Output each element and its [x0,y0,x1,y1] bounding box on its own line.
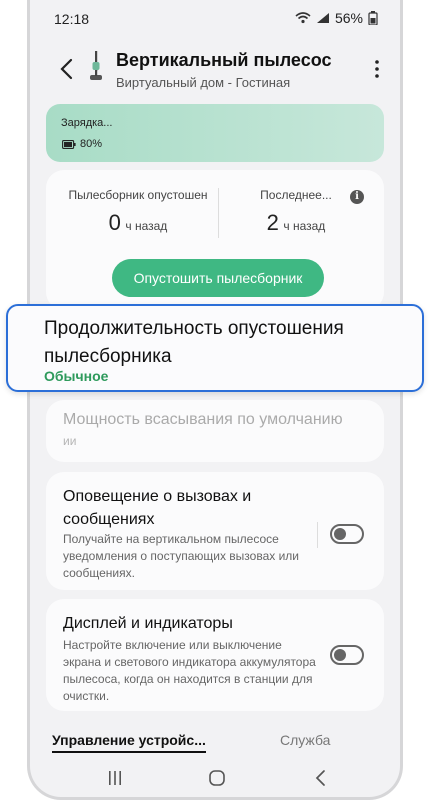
call-notifications-title: Оповещение о вызовах и сообщениях [63,488,252,528]
dustbin-emptying-duration-setting[interactable]: Продолжительность опустошения пылесборни… [6,304,424,392]
tab-device-management[interactable]: Управление устройс... [52,732,206,748]
vacuum-device-icon [90,51,102,80]
bottom-tabs: Управление устройс... Служба [30,724,400,760]
stat-last: Последнее... 2 ч назад [241,188,351,236]
dustbin-stats-card: Пылесборник опустошен 0 ч назад Последне… [46,170,384,310]
dustbin-emptying-duration-value: Обычное [44,368,109,384]
recent-apps-icon[interactable] [104,768,126,788]
call-notifications-description: Получайте на вертикальном пылесосе уведо… [63,532,300,580]
toggle-divider [317,522,318,548]
stat-last-unit: ч назад [283,219,326,233]
call-notifications-card[interactable]: Оповещение о вызовах и сообщениях Получа… [46,472,384,590]
battery-level: 80% [62,138,102,150]
info-icon[interactable]: i [350,190,364,204]
battery-percent: 56% [334,10,363,26]
call-notifications-toggle[interactable] [330,524,364,544]
battery-level-text: 80% [80,138,103,150]
display-indicators-card[interactable]: Дисплей и индикаторы Настройте включение… [46,599,384,711]
chevron-left-icon[interactable] [56,56,78,82]
battery-icon [368,11,378,25]
signal-icon [316,13,329,23]
system-nav-bar [30,762,400,797]
battery-status-card: Зарядка... 80% [46,104,384,162]
active-tab-indicator [52,751,206,753]
display-indicators-title: Дисплей и индикаторы [63,615,233,632]
display-indicators-description: Настройте включение или выключение экран… [63,638,316,703]
page-subtitle: Виртуальный дом - Гостиная [116,75,291,90]
stat-emptied: Пылесборник опустошен 0 ч назад [68,188,208,236]
stat-emptied-value: 0 [108,210,121,235]
phone-screen: 12:18 56% Вертикальный пылесос Виртуальн… [27,0,403,800]
page-title: Вертикальный пылесос [116,50,332,70]
status-right: 56% [295,10,378,26]
dustbin-emptying-duration-title: Продолжительность опустошения пылесборни… [44,318,344,367]
more-vertical-icon[interactable] [368,58,386,80]
tab-service[interactable]: Служба [280,732,330,748]
back-nav-icon[interactable] [310,768,332,788]
app-header: Вертикальный пылесос Виртуальный дом - Г… [30,44,400,100]
status-bar: 12:18 56% [30,0,400,38]
stat-last-label: Последнее... [260,188,332,202]
empty-dustbin-button[interactable]: Опустошить пылесборник [112,259,324,297]
stats-divider [218,188,219,238]
home-icon[interactable] [206,768,228,788]
wifi-icon [295,12,311,24]
display-indicators-toggle[interactable] [330,645,364,665]
charging-status: Зарядка... [61,117,113,129]
suction-power-title: Мощность всасывания по умолчанию [63,411,343,428]
stat-emptied-unit: ч назад [125,219,168,233]
stat-emptied-label: Пылесборник опустошен [68,188,208,202]
status-time: 12:18 [54,11,90,27]
stat-last-value: 2 [266,210,279,235]
battery-horizontal-icon [62,139,76,149]
suction-power-card[interactable]: Мощность всасывания по умолчанию ии [46,400,384,462]
suction-power-value: ии [63,434,77,448]
